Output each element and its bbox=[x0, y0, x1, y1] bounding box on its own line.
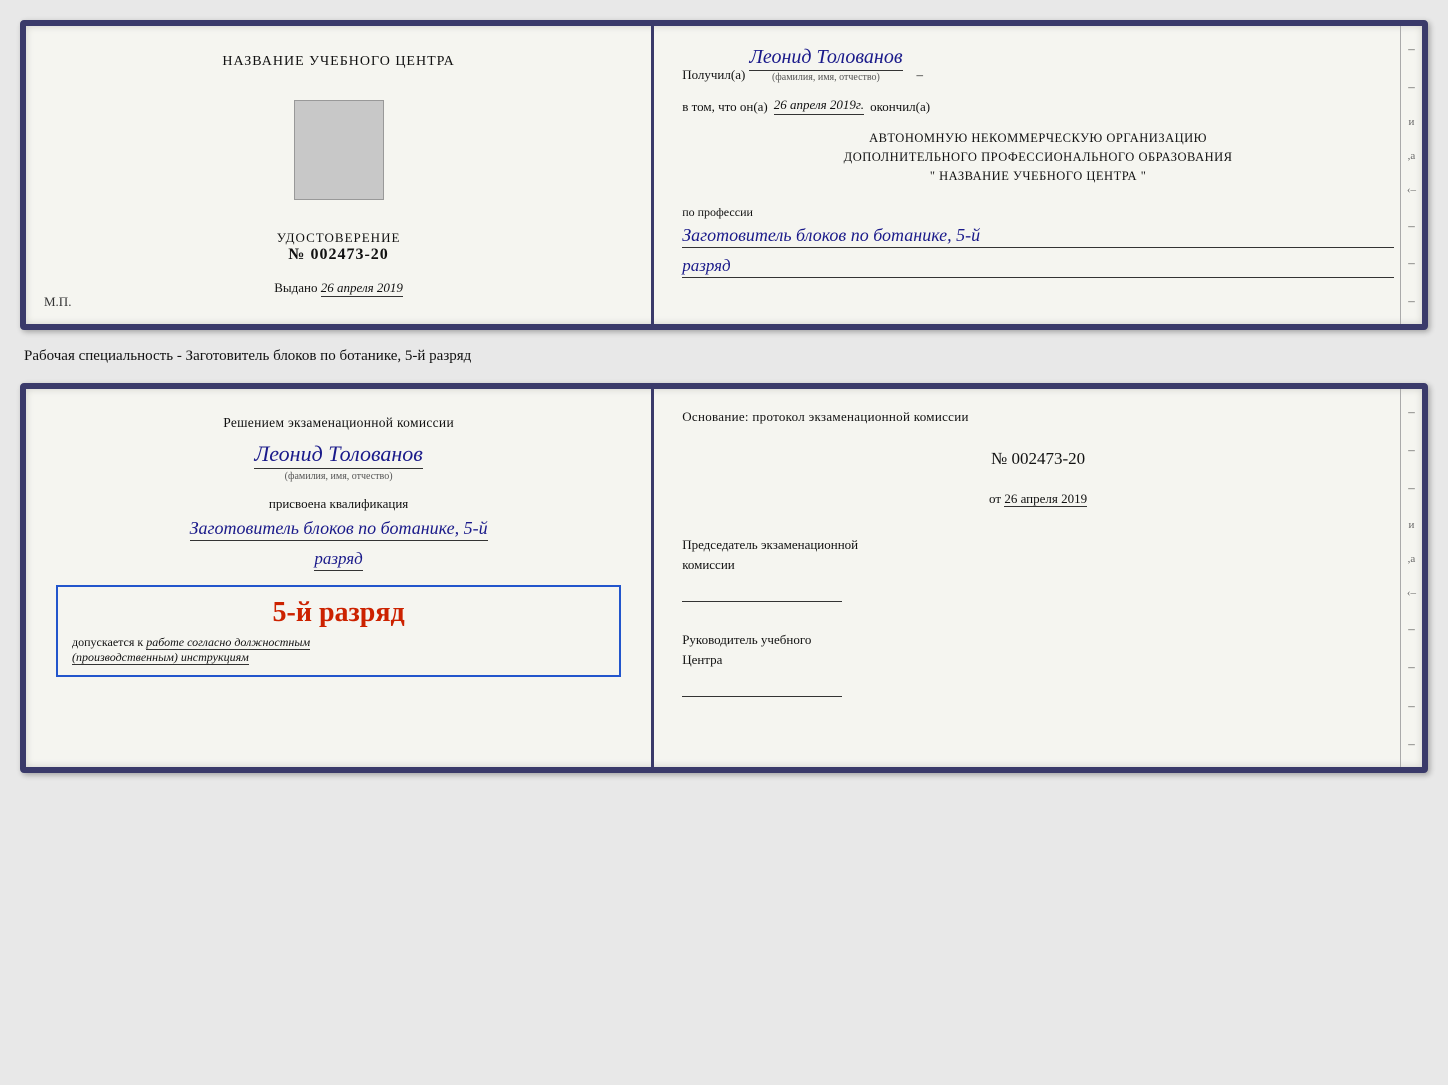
rank-bottom: разряд bbox=[314, 549, 362, 571]
recipient-prefix: Получил(а) bbox=[682, 67, 745, 83]
photo-placeholder bbox=[294, 100, 384, 200]
head-label1: Руководитель учебного bbox=[682, 632, 811, 647]
org-line2: ДОПОЛНИТЕЛЬНОГО ПРОФЕССИОНАЛЬНОГО ОБРАЗО… bbox=[682, 148, 1394, 167]
from-date-val: 26 апреля 2019 bbox=[1004, 491, 1087, 507]
person-name-large: Леонид Толованов bbox=[254, 441, 423, 469]
profession-block: по профессии Заготовитель блоков по бота… bbox=[682, 203, 1394, 278]
top-document: НАЗВАНИЕ УЧЕБНОГО ЦЕНТРА УДОСТОВЕРЕНИЕ №… bbox=[20, 20, 1428, 330]
qual-value: Заготовитель блоков по ботанике, 5-й bbox=[190, 518, 488, 541]
profession-value: Заготовитель блоков по ботанике, 5-й bbox=[682, 225, 1394, 248]
commission-text: Решением экзаменационной комиссии bbox=[223, 413, 454, 433]
protocol-number: № 002473-20 bbox=[682, 449, 1394, 469]
stamp-allowed-text: допускается к bbox=[72, 635, 143, 649]
org-block: АВТОНОМНУЮ НЕКОММЕРЧЕСКУЮ ОРГАНИЗАЦИЮ ДО… bbox=[682, 129, 1394, 185]
chairman-label2: комиссии bbox=[682, 557, 735, 572]
edge-marks-top: – – и ,а ‹– – – – bbox=[1400, 26, 1422, 324]
head-label2: Центра bbox=[682, 652, 722, 667]
issued-prefix: Выдано bbox=[274, 280, 317, 295]
stamp-italic1: работе согласно должностным bbox=[146, 635, 310, 650]
recipient-line: Получил(а) Леонид Толованов (фамилия, им… bbox=[682, 46, 1394, 83]
chairman-sign-line bbox=[682, 582, 842, 602]
cert-label: УДОСТОВЕРЕНИЕ bbox=[277, 230, 401, 246]
stamp-italic2: (производственным) инструкциям bbox=[72, 650, 249, 665]
basis-text: Основание: протокол экзаменационной коми… bbox=[682, 409, 1394, 425]
chairman-label1: Председатель экзаменационной bbox=[682, 537, 858, 552]
org-line3: " НАЗВАНИЕ УЧЕБНОГО ЦЕНТРА " bbox=[682, 167, 1394, 186]
date-value: 26 апреля 2019г. bbox=[774, 97, 864, 115]
head-sign-line bbox=[682, 677, 842, 697]
stamp-allowed-block: допускается к работе согласно должностны… bbox=[72, 635, 605, 665]
specialty-label: Рабочая специальность - Заготовитель бло… bbox=[20, 348, 1428, 365]
fio-sub-bottom: (фамилия, имя, отчество) bbox=[285, 471, 393, 482]
top-center-title: НАЗВАНИЕ УЧЕБНОГО ЦЕНТРА bbox=[222, 54, 454, 70]
date-line: в том, что он(а) 26 апреля 2019г. окончи… bbox=[682, 97, 1394, 115]
page-wrapper: НАЗВАНИЕ УЧЕБНОГО ЦЕНТРА УДОСТОВЕРЕНИЕ №… bbox=[20, 20, 1428, 773]
chairman-label: Председатель экзаменационной комиссии bbox=[682, 535, 1394, 574]
chairman-sign-block: Председатель экзаменационной комиссии bbox=[682, 535, 1394, 602]
top-doc-left: НАЗВАНИЕ УЧЕБНОГО ЦЕНТРА УДОСТОВЕРЕНИЕ №… bbox=[26, 26, 654, 324]
cert-number-block: УДОСТОВЕРЕНИЕ № 002473-20 bbox=[277, 230, 401, 264]
date-prefix: в том, что он(а) bbox=[682, 99, 768, 115]
rank-value-top: разряд bbox=[682, 256, 1394, 278]
head-label: Руководитель учебного Центра bbox=[682, 630, 1394, 669]
fio-caption: (фамилия, имя, отчество) bbox=[749, 72, 902, 83]
finished-label: окончил(а) bbox=[870, 99, 930, 115]
head-sign-block: Руководитель учебного Центра bbox=[682, 630, 1394, 697]
stamp-box: 5-й разряд допускается к работе согласно… bbox=[56, 585, 621, 677]
recipient-name: Леонид Толованов bbox=[749, 46, 902, 71]
issued-date: 26 апреля 2019 bbox=[321, 280, 403, 297]
from-date-line: от 26 апреля 2019 bbox=[682, 491, 1394, 507]
from-prefix: от bbox=[989, 491, 1001, 506]
stamp-rank: 5-й разряд bbox=[72, 597, 605, 629]
top-doc-right: Получил(а) Леонид Толованов (фамилия, им… bbox=[654, 26, 1422, 324]
qualification-text: присвоена квалификация bbox=[269, 496, 408, 512]
mp-label: М.П. bbox=[44, 294, 71, 310]
cert-number: № 002473-20 bbox=[277, 246, 401, 264]
edge-marks-bottom: – – – и ,а ‹– – – – – bbox=[1400, 389, 1422, 767]
issued-line: Выдано 26 апреля 2019 bbox=[274, 280, 403, 296]
bottom-document: Решением экзаменационной комиссии Леонид… bbox=[20, 383, 1428, 773]
bottom-doc-right: Основание: протокол экзаменационной коми… bbox=[654, 389, 1422, 767]
dash-top: – bbox=[917, 67, 924, 83]
org-line1: АВТОНОМНУЮ НЕКОММЕРЧЕСКУЮ ОРГАНИЗАЦИЮ bbox=[682, 129, 1394, 148]
profession-label: по профессии bbox=[682, 205, 753, 219]
bottom-doc-left: Решением экзаменационной комиссии Леонид… bbox=[26, 389, 654, 767]
